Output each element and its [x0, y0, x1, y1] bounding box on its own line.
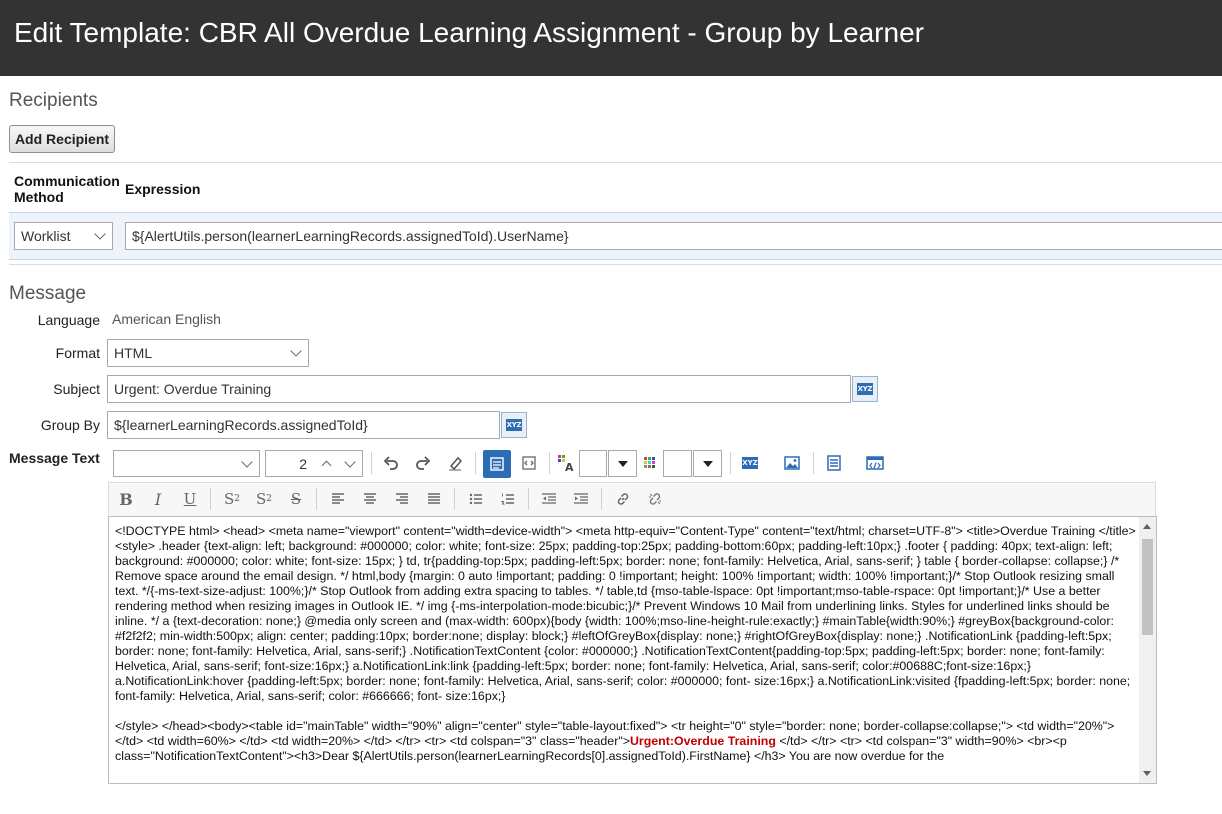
language-value: American English	[112, 311, 221, 327]
background-color-dropdown-button[interactable]	[693, 450, 722, 477]
format-label: Format	[55, 345, 100, 361]
toolbar-separator	[730, 452, 731, 474]
font-color-swatch[interactable]	[579, 450, 607, 477]
scroll-down-icon[interactable]	[1143, 771, 1151, 776]
chevron-up-icon	[321, 460, 332, 471]
group-by-value: ${learnerLearningRecords.assignedToId}	[114, 417, 368, 433]
svg-text:A: A	[565, 461, 574, 472]
message-body-urgent-text: Urgent:Overdue Training	[629, 734, 776, 748]
toolbar-separator	[210, 488, 211, 510]
html-source-icon[interactable]	[863, 451, 887, 475]
insert-image-icon[interactable]	[780, 451, 804, 475]
font-family-select[interactable]	[113, 450, 260, 477]
insert-link-icon[interactable]	[611, 487, 635, 511]
column-header-communication-method[interactable]: Communication Method	[14, 173, 120, 205]
indent-icon[interactable]	[569, 487, 593, 511]
group-by-input[interactable]: ${learnerLearningRecords.assignedToId}	[107, 411, 500, 439]
toolbar-separator	[601, 488, 602, 510]
source-mode-icon[interactable]	[517, 451, 541, 475]
font-color-icon[interactable]: A	[554, 451, 578, 475]
font-color-dropdown-button[interactable]	[608, 450, 637, 477]
toolbar-separator	[371, 452, 372, 474]
rich-text-mode-icon[interactable]	[483, 450, 511, 478]
add-recipient-button[interactable]: Add Recipient	[9, 125, 115, 153]
bold-icon[interactable]: B	[114, 487, 138, 511]
language-label: Language	[37, 312, 100, 328]
toolbar-separator	[454, 488, 455, 510]
chevron-down-icon	[290, 345, 302, 357]
communication-method-value: Worklist	[21, 228, 71, 244]
column-header-expression[interactable]: Expression	[125, 181, 200, 197]
column-header-method-line2: Method	[14, 189, 64, 205]
subject-input[interactable]: Urgent: Overdue Training	[107, 375, 851, 403]
toolbar-separator	[813, 452, 814, 474]
align-left-icon[interactable]	[326, 487, 350, 511]
bulleted-list-icon[interactable]	[464, 487, 488, 511]
message-text-editor[interactable]: <!DOCTYPE html> <head> <meta name="viewp…	[108, 516, 1157, 784]
xyz-icon: XYZ	[857, 383, 873, 395]
remove-link-icon[interactable]	[643, 487, 667, 511]
redo-icon[interactable]	[411, 451, 435, 475]
align-center-icon[interactable]	[358, 487, 382, 511]
align-right-icon[interactable]	[390, 487, 414, 511]
template-icon[interactable]	[822, 451, 846, 475]
subscript-icon[interactable]: S2	[220, 487, 244, 511]
message-text-content: <!DOCTYPE html> <head> <meta name="viewp…	[115, 524, 1137, 779]
font-size-value: 2	[299, 455, 307, 472]
xyz-icon: XYZ	[506, 419, 522, 431]
group-by-label: Group By	[40, 417, 100, 433]
format-select[interactable]: HTML	[107, 339, 309, 367]
message-section-title: Message	[9, 283, 87, 304]
recipients-divider-bottom	[9, 264, 1222, 265]
clear-formatting-icon[interactable]	[443, 451, 467, 475]
insert-expression-icon[interactable]: XYZ	[738, 451, 762, 475]
subject-value: Urgent: Overdue Training	[114, 381, 272, 397]
recipients-section-title: Recipients	[9, 90, 98, 111]
expression-value: ${AlertUtils.person(learnerLearningRecor…	[132, 228, 569, 244]
scrollbar-thumb[interactable]	[1142, 539, 1153, 635]
italic-icon[interactable]: I	[146, 487, 170, 511]
format-value: HTML	[114, 345, 153, 361]
align-justify-icon[interactable]	[422, 487, 446, 511]
background-color-swatch[interactable]	[663, 450, 692, 477]
undo-icon[interactable]	[379, 451, 403, 475]
toolbar-separator	[528, 488, 529, 510]
strikethrough-icon[interactable]: S	[284, 487, 308, 511]
recipients-divider-top	[9, 162, 1222, 163]
toolbar-separator	[316, 488, 317, 510]
outdent-icon[interactable]	[537, 487, 561, 511]
superscript-icon[interactable]: S2	[252, 487, 276, 511]
page-title: Edit Template: CBR All Overdue Learning …	[14, 17, 924, 48]
message-text-label: Message Text	[9, 450, 100, 466]
chevron-down-icon	[344, 455, 356, 468]
expression-input[interactable]: ${AlertUtils.person(learnerLearningRecor…	[125, 222, 1222, 250]
underline-icon[interactable]: U	[178, 487, 202, 511]
communication-method-select[interactable]: Worklist	[14, 222, 113, 250]
chevron-down-icon	[94, 228, 106, 240]
background-color-icon[interactable]	[638, 451, 662, 475]
message-body-paragraph: </style> </head><body><table id="mainTab…	[115, 719, 1137, 764]
subject-label: Subject	[53, 381, 100, 397]
message-body-paragraph: <!DOCTYPE html> <head> <meta name="viewp…	[115, 524, 1136, 703]
font-size-select[interactable]: 2	[265, 450, 363, 477]
chevron-down-icon	[241, 455, 253, 468]
title-bar: Edit Template: CBR All Overdue Learning …	[0, 0, 1222, 76]
group-by-expression-button[interactable]: XYZ	[501, 412, 527, 438]
numbered-list-icon[interactable]	[496, 487, 520, 511]
caret-down-icon	[702, 460, 713, 467]
column-header-method-line1: Communication	[14, 173, 120, 189]
scroll-up-icon[interactable]	[1143, 524, 1151, 529]
subject-expression-button[interactable]: XYZ	[852, 376, 878, 402]
editor-scrollbar[interactable]	[1139, 517, 1156, 783]
toolbar-separator	[549, 452, 550, 474]
caret-down-icon	[617, 460, 628, 467]
toolbar-separator	[475, 452, 476, 474]
